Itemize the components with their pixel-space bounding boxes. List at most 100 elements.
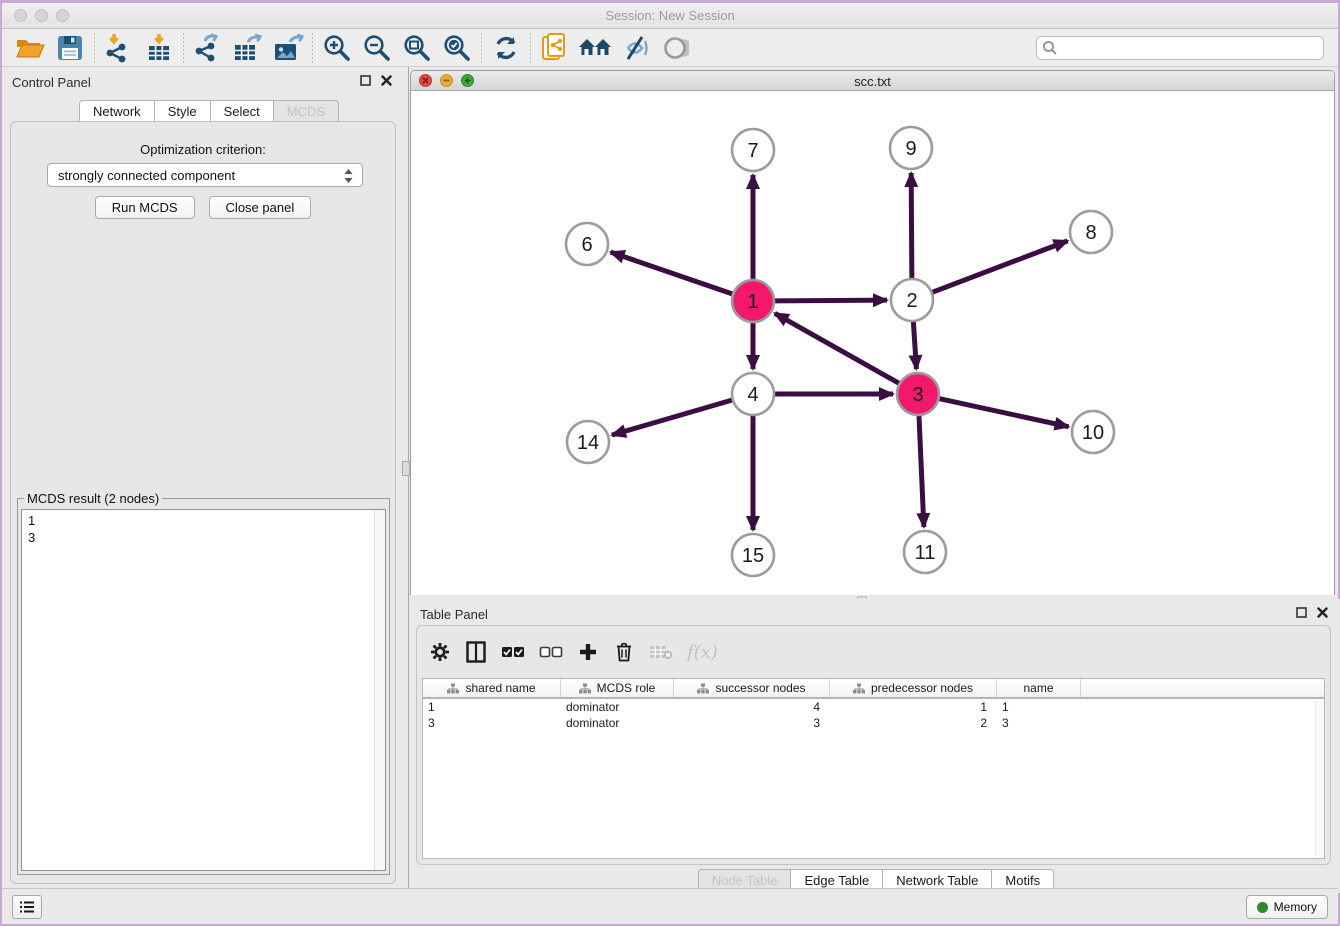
graph-edge-3-10[interactable] [939, 399, 1068, 427]
float-table-panel-icon[interactable] [1296, 607, 1307, 618]
close-panel-icon[interactable] [381, 75, 392, 86]
hide-panels-icon[interactable] [615, 31, 655, 65]
table-cell[interactable]: 4 [674, 699, 830, 715]
control-panel-title: Control Panel [12, 75, 91, 90]
search-field[interactable] [1036, 36, 1324, 60]
network-window: scc.txt 7968124314101511 [410, 70, 1335, 595]
delete-table-icon [649, 638, 673, 666]
preview-eye-icon[interactable] [655, 31, 695, 65]
table-cell[interactable]: 1 [423, 699, 561, 715]
column-header-name[interactable]: name [997, 679, 1081, 697]
control-panel: Control Panel NetworkStyleSelectMCDS Opt… [2, 67, 404, 893]
table-cell[interactable]: dominator [561, 715, 674, 731]
column-header-label: predecessor nodes [871, 681, 973, 695]
column-header-predecessor-nodes[interactable]: predecessor nodes [830, 679, 997, 697]
float-panel-icon[interactable] [360, 75, 371, 86]
clone-network-icon[interactable] [535, 31, 575, 65]
tab-style[interactable]: Style [154, 100, 210, 122]
table-panel-body: f(x) shared nameMCDS rolesuccessor nodes… [416, 625, 1331, 865]
column-header-MCDS-role[interactable]: MCDS role [561, 679, 674, 697]
export-table-icon[interactable] [228, 31, 268, 65]
app-titlebar: Session: New Session [2, 3, 1338, 29]
zoom-fit-icon[interactable] [397, 31, 437, 65]
column-type-icon [697, 683, 709, 694]
table-cell[interactable]: 3 [423, 715, 561, 731]
graph-edge-3-1[interactable] [775, 313, 899, 383]
graph-node-label: 8 [1085, 222, 1096, 244]
criterion-value: strongly connected component [58, 168, 235, 183]
open-session-icon[interactable] [10, 31, 50, 65]
deselect-all-rows-icon[interactable] [539, 638, 563, 666]
result-line: 1 [28, 512, 379, 529]
table-cell[interactable]: dominator [561, 699, 674, 715]
graph-edge-1-6[interactable] [611, 252, 733, 294]
network-window-titlebar[interactable]: scc.txt [411, 71, 1334, 91]
table-panel: Table Panel f(x) shared nameMCDS rolesuc… [410, 599, 1340, 893]
node-table[interactable]: shared name MCDS role successor nodes prede… [422, 678, 1325, 859]
result-line: 3 [28, 529, 379, 546]
search-input[interactable] [1036, 36, 1324, 60]
table-row[interactable]: 1dominator411 [423, 699, 1324, 715]
delete-column-icon[interactable] [613, 638, 635, 666]
graph-edge-4-14[interactable] [612, 400, 732, 435]
import-table-icon[interactable] [139, 31, 179, 65]
column-type-icon [853, 683, 865, 694]
graph-edge-1-2[interactable] [775, 300, 887, 301]
search-icon [1042, 40, 1058, 56]
mcds-result-list[interactable]: 13 [21, 509, 386, 871]
close-table-panel-icon[interactable] [1317, 607, 1328, 618]
tab-mcds[interactable]: MCDS [273, 100, 339, 122]
graph-edge-2-8[interactable] [933, 241, 1068, 292]
table-cell[interactable]: 1 [997, 699, 1081, 715]
run-mcds-button[interactable]: Run MCDS [95, 196, 195, 219]
graph-edge-3-11[interactable] [919, 416, 924, 527]
show-all-panels-icon[interactable] [575, 31, 615, 65]
network-canvas[interactable]: 7968124314101511 [411, 91, 1334, 595]
result-scrollbar[interactable] [374, 510, 385, 870]
table-settings-gear-icon[interactable] [429, 638, 451, 666]
zoom-out-icon[interactable] [357, 31, 397, 65]
apply-layout-icon[interactable] [486, 31, 526, 65]
task-history-button[interactable] [12, 895, 42, 919]
table-cell[interactable]: 1 [830, 699, 997, 715]
toolbar-separator [530, 33, 531, 63]
export-network-icon[interactable] [188, 31, 228, 65]
zoom-in-icon[interactable] [317, 31, 357, 65]
graph-edge-2-3[interactable] [913, 322, 916, 369]
close-panel-button[interactable]: Close panel [209, 196, 312, 219]
panel-splitter[interactable] [404, 67, 409, 893]
column-header-label: shared name [465, 681, 535, 695]
memory-button[interactable]: Memory [1246, 895, 1328, 919]
network-graph[interactable]: 7968124314101511 [411, 91, 1334, 595]
graph-node-label: 11 [915, 542, 936, 564]
tab-network[interactable]: Network [79, 100, 154, 122]
column-type-icon [447, 683, 459, 694]
table-scrollbar[interactable] [1315, 701, 1324, 858]
toolbar-separator [481, 33, 482, 63]
tab-select[interactable]: Select [210, 100, 273, 122]
graph-node-label: 7 [747, 140, 758, 162]
mcds-result-title: MCDS result (2 nodes) [24, 491, 162, 506]
table-row[interactable]: 3dominator323 [423, 715, 1324, 731]
splitter-grip[interactable] [402, 461, 410, 476]
mcds-panel: Optimization criterion: strongly connect… [10, 121, 396, 884]
zoom-selected-icon[interactable] [437, 31, 477, 65]
export-image-icon[interactable] [268, 31, 308, 65]
criterion-select[interactable]: strongly connected component [47, 163, 363, 187]
column-visibility-icon[interactable] [465, 638, 487, 666]
select-all-rows-icon[interactable] [501, 638, 525, 666]
import-network-icon[interactable] [99, 31, 139, 65]
graph-edge-2-9[interactable] [911, 173, 912, 278]
graph-node-label: 14 [577, 432, 599, 454]
graph-node-label: 10 [1082, 422, 1104, 444]
graph-node-label: 3 [912, 384, 923, 406]
column-header-successor-nodes[interactable]: successor nodes [674, 679, 830, 697]
column-header-label: MCDS role [597, 681, 656, 695]
table-cell[interactable]: 3 [997, 715, 1081, 731]
graph-node-label: 6 [581, 234, 592, 256]
save-session-icon[interactable] [50, 31, 90, 65]
table-cell[interactable]: 2 [830, 715, 997, 731]
add-column-icon[interactable] [577, 638, 599, 666]
column-header-shared-name[interactable]: shared name [423, 679, 561, 697]
table-cell[interactable]: 3 [674, 715, 830, 731]
